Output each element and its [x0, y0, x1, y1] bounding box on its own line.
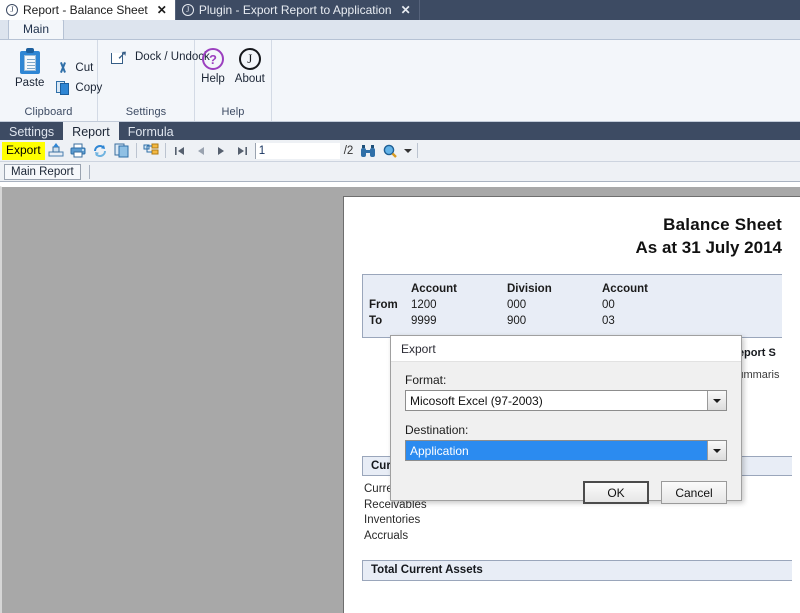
format-label: Format: — [405, 373, 727, 387]
window-tab-plugin-export-report[interactable]: J Plugin - Export Report to Application … — [176, 0, 420, 20]
cancel-button[interactable]: Cancel — [661, 481, 727, 504]
report-toolbar: Export — [0, 140, 800, 162]
close-icon[interactable]: ✕ — [401, 3, 411, 17]
criteria-corner-cell — [369, 283, 411, 295]
ribbon-group-title-help: Help — [195, 106, 271, 121]
page-number-input[interactable]: 1 — [255, 143, 340, 159]
j-logo-icon: J — [6, 4, 18, 16]
zoom-magnifier-icon[interactable] — [379, 141, 401, 161]
window-tab-label: Plugin - Export Report to Application — [199, 3, 392, 17]
destination-label: Destination: — [405, 423, 727, 437]
toggle-group-tree-icon[interactable] — [140, 141, 162, 161]
destination-combobox[interactable]: Application — [405, 440, 727, 461]
ribbon-group-title-settings: Settings — [98, 106, 194, 121]
export-dialog-body: Format: Micosoft Excel (97-2003) Destina… — [391, 362, 741, 461]
tab-report[interactable]: Report — [63, 122, 119, 140]
about-label: About — [235, 73, 265, 85]
ribbon-group-settings: ➚ Dock / Undock Settings — [98, 40, 195, 121]
toolbar-separator — [165, 143, 166, 158]
section-total-current-assets: Total Current Assets — [362, 560, 792, 581]
criteria-cell: 03 — [602, 315, 697, 327]
paste-button[interactable]: Paste — [8, 46, 51, 106]
toolbar-separator — [417, 143, 418, 158]
report-title: Balance Sheet — [344, 215, 800, 235]
report-criteria-box: Account Division Account From 1200 000 0… — [362, 274, 782, 338]
last-page-button[interactable] — [232, 141, 253, 161]
close-icon[interactable]: ✕ — [157, 3, 167, 17]
previous-page-button[interactable] — [190, 141, 211, 161]
copy-pages-icon — [56, 81, 70, 95]
window-tab-strip: J Report - Balance Sheet ✕ J Plugin - Ex… — [0, 0, 800, 20]
about-button[interactable]: J About — [230, 48, 270, 106]
ribbon-tab-main[interactable]: Main — [8, 19, 64, 39]
refresh-icon[interactable] — [89, 141, 111, 161]
criteria-row-from: From 1200 000 00 — [363, 297, 782, 313]
scissors-icon — [56, 61, 70, 75]
list-item: Inventories — [364, 513, 800, 529]
toolbar-separator — [136, 143, 137, 158]
chevron-down-icon[interactable] — [707, 441, 726, 460]
criteria-cell: 000 — [507, 299, 602, 311]
nav-tab-row: Settings Report Formula — [0, 122, 800, 140]
criteria-header-account-2: Account — [602, 283, 697, 295]
cut-label: Cut — [75, 62, 93, 74]
paste-label: Paste — [15, 77, 44, 89]
sub-tab-separator — [89, 165, 90, 179]
clipboard-icon — [19, 48, 41, 74]
export-dialog: Export Format: Micosoft Excel (97-2003) … — [390, 335, 742, 501]
export-dialog-buttons: OK Cancel — [391, 473, 741, 504]
criteria-header-division: Division — [507, 283, 602, 295]
ribbon-group-title-clipboard: Clipboard — [0, 106, 97, 121]
help-button[interactable]: ? Help — [196, 48, 230, 106]
tab-settings[interactable]: Settings — [0, 122, 63, 140]
criteria-cell: 9999 — [411, 315, 507, 327]
criteria-row-label: From — [369, 299, 411, 311]
criteria-header-account: Account — [411, 283, 507, 295]
destination-value: Application — [406, 441, 707, 460]
tab-main-report[interactable]: Main Report — [4, 164, 81, 180]
ribbon-group-help: ? Help J About Help — [195, 40, 272, 121]
ribbon-group-clipboard: Paste Cut Copy Clipboard — [0, 40, 98, 121]
export-to-file-icon[interactable] — [45, 141, 67, 161]
page-total-label: /2 — [344, 145, 354, 157]
chevron-down-icon[interactable] — [707, 391, 726, 410]
help-label: Help — [201, 73, 225, 85]
print-icon[interactable] — [67, 141, 89, 161]
report-subtitle: As at 31 July 2014 — [344, 238, 800, 258]
first-page-button[interactable] — [169, 141, 190, 161]
copy-icon[interactable] — [111, 141, 133, 161]
export-button[interactable]: Export — [2, 142, 45, 160]
tab-formula[interactable]: Formula — [119, 122, 183, 140]
ribbon-empty-area — [272, 40, 800, 121]
window-tab-label: Report - Balance Sheet — [23, 3, 148, 17]
ok-button[interactable]: OK — [583, 481, 649, 504]
criteria-row-to: To 9999 900 03 — [363, 313, 782, 329]
criteria-cell: 00 — [602, 299, 697, 311]
report-sub-tab-row: Main Report — [0, 162, 800, 182]
ribbon-body: Paste Cut Copy Clipboard ➚ Dock / — [0, 40, 800, 122]
question-circle-icon: ? — [202, 48, 224, 70]
binoculars-find-icon[interactable] — [357, 141, 379, 161]
window-tab-report-balance-sheet[interactable]: J Report - Balance Sheet ✕ — [0, 0, 176, 20]
about-j-icon: J — [239, 48, 261, 70]
j-logo-icon: J — [182, 4, 194, 16]
next-page-button[interactable] — [211, 141, 232, 161]
ribbon-tab-row: Main — [0, 20, 800, 40]
criteria-row-label: To — [369, 315, 411, 327]
list-item: Accruals — [364, 529, 800, 545]
criteria-cell: 1200 — [411, 299, 507, 311]
export-dialog-title: Export — [391, 336, 741, 362]
zoom-dropdown-chevron-icon[interactable] — [401, 141, 414, 161]
criteria-header-row: Account Division Account — [363, 281, 782, 297]
criteria-cell: 900 — [507, 315, 602, 327]
format-combobox[interactable]: Micosoft Excel (97-2003) — [405, 390, 727, 411]
dock-undock-icon: ➚ — [111, 49, 129, 64]
format-value: Micosoft Excel (97-2003) — [406, 391, 707, 410]
